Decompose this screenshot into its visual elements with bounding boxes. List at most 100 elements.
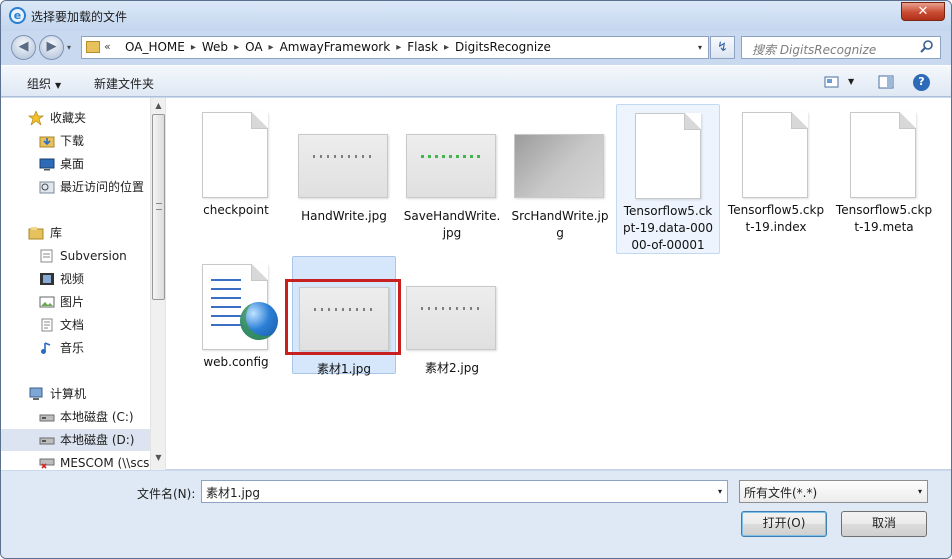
sidebar-item[interactable]: Subversion bbox=[1, 245, 151, 267]
search-icon[interactable] bbox=[920, 39, 934, 53]
search-placeholder: 搜索 DigitsRecognize bbox=[752, 43, 877, 57]
file-item[interactable]: Tensorflow5.ckpt-19.data-00000-of-00001 bbox=[616, 104, 720, 254]
text-line bbox=[211, 279, 241, 281]
sidebar-item-label: 音乐 bbox=[60, 341, 85, 355]
open-button[interactable]: 打开(O) bbox=[741, 511, 827, 537]
folder-icon bbox=[86, 41, 100, 53]
downloads-icon bbox=[39, 136, 55, 148]
sidebar-scrollbar[interactable]: ▲ ▼ bbox=[150, 98, 165, 470]
view-icon[interactable] bbox=[823, 74, 841, 90]
filetype-dropdown-icon: ▾ bbox=[917, 487, 922, 496]
sidebar-item[interactable]: 文档 bbox=[1, 314, 151, 336]
refresh-icon: ↯ bbox=[717, 40, 728, 55]
organize-menu[interactable]: 组织 ▼ bbox=[27, 75, 61, 92]
address-bar[interactable]: « OA_HOME ▸ Web ▸ OA ▸ AmwayFramework ▸ Flask ▸ Di… bbox=[81, 36, 709, 59]
breadcrumb-item[interactable]: DigitsRecognize bbox=[450, 40, 556, 54]
sidebar-item-libraries[interactable]: 库 bbox=[1, 222, 151, 244]
sidebar-item[interactable]: 视频 bbox=[1, 268, 151, 290]
forward-button[interactable]: ▶ bbox=[39, 35, 64, 60]
drive-icon bbox=[39, 437, 55, 445]
sidebar-item[interactable]: 桌面 bbox=[1, 153, 151, 175]
view-dropdown[interactable]: ▼ bbox=[848, 77, 854, 86]
sidebar-item-favorites[interactable]: 收藏夹 bbox=[1, 107, 151, 129]
text-line bbox=[211, 315, 241, 317]
title-bar[interactable]: e 选择要加载的文件 ✕ bbox=[1, 1, 951, 31]
image-thumbnail bbox=[514, 134, 604, 198]
filename-label: 文件名(N): bbox=[137, 487, 196, 501]
breadcrumb-item[interactable]: OA_HOME bbox=[120, 40, 190, 54]
sidebar-item-label: 桌面 bbox=[60, 157, 85, 171]
digit-marks bbox=[421, 155, 481, 158]
breadcrumb-separator-icon[interactable]: ▸ bbox=[268, 42, 275, 53]
navigation-pane: 收藏夹 下载桌面最近访问的位置 库 Subversion 视频图片文档音乐 计算机… bbox=[1, 98, 166, 470]
refresh-button[interactable]: ↯ bbox=[710, 36, 735, 59]
file-name: 素材2.jpg bbox=[424, 361, 480, 375]
image-file-item[interactable]: SaveHandWrite.jpg bbox=[400, 104, 504, 240]
sidebar-item-label: MESCOM (\\scs bbox=[60, 456, 150, 470]
close-button[interactable]: ✕ bbox=[901, 2, 945, 21]
breadcrumb-separator-icon[interactable]: ▸ bbox=[190, 42, 197, 53]
search-box[interactable]: 搜索 DigitsRecognize bbox=[741, 36, 941, 59]
sidebar-item[interactable]: 最近访问的位置 bbox=[1, 176, 151, 198]
pictures-icon bbox=[39, 296, 55, 308]
globe-icon bbox=[240, 302, 278, 340]
cancel-button[interactable]: 取消 bbox=[841, 511, 927, 537]
back-button[interactable]: ◀ bbox=[11, 35, 36, 60]
overflow-chevron[interactable]: « bbox=[104, 40, 111, 53]
image-file-item[interactable]: 素材1.jpg bbox=[285, 256, 401, 376]
filetype-select[interactable]: 所有文件(*.*) ▾ bbox=[739, 480, 928, 503]
sidebar-item-label: 下载 bbox=[60, 134, 85, 148]
breadcrumb-separator-icon[interactable]: ▸ bbox=[443, 42, 450, 53]
sidebar-item[interactable]: MESCOM (\\scs bbox=[1, 452, 151, 470]
documents-icon bbox=[41, 318, 53, 332]
sidebar-item[interactable]: 本地磁盘 (C:) bbox=[1, 406, 151, 428]
subversion-icon bbox=[40, 249, 53, 263]
caret-down-icon: ▼ bbox=[55, 81, 62, 90]
new-folder-button[interactable]: 新建文件夹 bbox=[94, 75, 154, 92]
image-file-item[interactable]: 素材2.jpg bbox=[400, 256, 504, 375]
sidebar-item[interactable]: 音乐 bbox=[1, 337, 151, 359]
filename-input[interactable]: 素材1.jpg ▾ bbox=[201, 480, 728, 503]
address-history-dropdown[interactable]: ▾ bbox=[698, 43, 702, 52]
scroll-down-arrow[interactable]: ▼ bbox=[151, 450, 165, 466]
breadcrumb-item[interactable]: Flask bbox=[402, 40, 443, 54]
image-file-item[interactable]: SrcHandWrite.jpg bbox=[508, 104, 612, 240]
file-item[interactable]: Tensorflow5.ckpt-19.index bbox=[724, 104, 828, 234]
document-icon bbox=[635, 113, 701, 199]
file-item[interactable]: checkpoint bbox=[184, 104, 288, 222]
sidebar-item-label: 图片 bbox=[60, 295, 85, 309]
sidebar-label-favorites: 收藏夹 bbox=[50, 111, 87, 125]
breadcrumb: OA_HOME ▸ Web ▸ OA ▸ AmwayFramework ▸ Flask ▸ Digi… bbox=[120, 40, 556, 54]
recent-pages-dropdown[interactable]: ▾ bbox=[67, 43, 71, 52]
breadcrumb-separator-icon[interactable]: ▸ bbox=[233, 42, 240, 53]
filename-dropdown-icon[interactable]: ▾ bbox=[718, 487, 722, 496]
file-item[interactable]: Tensorflow5.ckpt-19.meta bbox=[832, 104, 936, 234]
sidebar-label-computer: 计算机 bbox=[50, 387, 87, 401]
text-line bbox=[211, 297, 241, 299]
organize-label: 组织 bbox=[27, 77, 52, 91]
digit-marks bbox=[421, 307, 481, 310]
image-thumbnail bbox=[298, 134, 388, 198]
address-row: ◀ ▶ ▾ « OA_HOME ▸ Web ▸ OA ▸ AmwayFramework ▸ Fl… bbox=[1, 31, 951, 63]
sidebar-item-computer[interactable]: 计算机 bbox=[1, 383, 151, 405]
sidebar-item-label: 视频 bbox=[60, 272, 85, 286]
sidebar-label-libraries: 库 bbox=[50, 226, 63, 240]
main-area: 收藏夹 下载桌面最近访问的位置 库 Subversion 视频图片文档音乐 计算机… bbox=[1, 98, 951, 470]
digit-marks bbox=[313, 155, 373, 158]
file-item[interactable]: web.config bbox=[184, 256, 288, 374]
sidebar-item-label: Subversion bbox=[60, 249, 127, 263]
breadcrumb-item[interactable]: OA bbox=[240, 40, 267, 54]
image-file-item[interactable]: HandWrite.jpg bbox=[292, 104, 396, 223]
breadcrumb-item[interactable]: Web bbox=[197, 40, 233, 54]
breadcrumb-item[interactable]: AmwayFramework bbox=[275, 40, 396, 54]
sidebar-item[interactable]: 下载 bbox=[1, 130, 151, 152]
file-list: checkpoint HandWrite.jpg SaveHandWrite.jpg… bbox=[167, 98, 951, 470]
scroll-up-arrow[interactable]: ▲ bbox=[151, 98, 165, 114]
scroll-thumb[interactable] bbox=[152, 114, 165, 300]
preview-pane-icon[interactable] bbox=[877, 74, 895, 90]
sidebar-item[interactable]: 图片 bbox=[1, 291, 151, 313]
sidebar-item[interactable]: 本地磁盘 (D:) bbox=[1, 429, 151, 451]
breadcrumb-separator-icon[interactable]: ▸ bbox=[395, 42, 402, 53]
help-icon[interactable]: ? bbox=[913, 74, 930, 91]
document-icon bbox=[742, 112, 808, 198]
